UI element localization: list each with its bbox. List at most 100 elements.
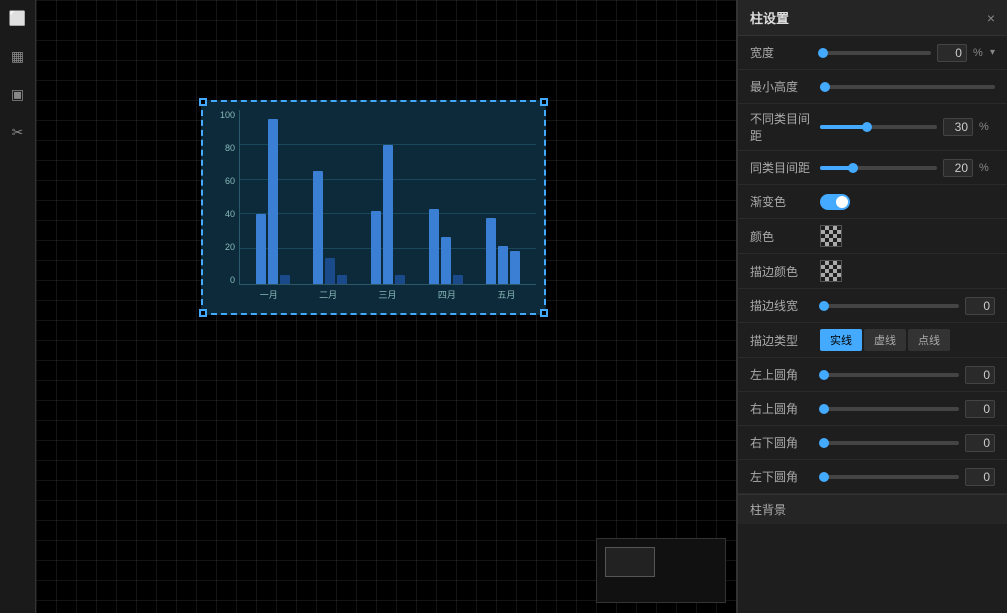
bar (395, 275, 405, 284)
x-label-feb: 二月 (298, 285, 357, 305)
bar-group-1 (244, 110, 302, 284)
slider-track-stroke-width[interactable] (820, 304, 959, 308)
minimap-thumb[interactable] (605, 547, 655, 577)
left-sidebar: ⬜ ▦ ▣ ✂ (0, 0, 36, 613)
panel-close-button[interactable]: × (987, 10, 995, 26)
prop-value-top-right-radius[interactable]: 0 (965, 400, 995, 418)
y-label-40: 40 (225, 209, 235, 219)
prop-row-bottom-left-radius: 左下圆角 0 (738, 460, 1007, 494)
canvas-area: 100 80 60 40 20 0 (36, 0, 736, 613)
x-axis: 一月 二月 三月 四月 五月 (239, 285, 536, 305)
prop-row-bottom-right-radius: 右下圆角 0 (738, 426, 1007, 460)
prop-label-bottom-right-radius: 右下圆角 (750, 434, 820, 451)
minimap (596, 538, 726, 603)
prop-value-bottom-left-radius[interactable]: 0 (965, 468, 995, 486)
prop-value-stroke-width[interactable]: 0 (965, 297, 995, 315)
prop-row-top-right-radius: 右上圆角 0 (738, 392, 1007, 426)
bar (280, 275, 290, 284)
prop-value-bottom-right-radius[interactable]: 0 (965, 434, 995, 452)
bar (313, 171, 323, 284)
bar (429, 209, 439, 284)
prop-value-same-gap[interactable]: 20 (943, 159, 973, 177)
prop-row-diff-gap: 不同类目间距 30 % (738, 104, 1007, 151)
stroke-color-swatch[interactable] (820, 260, 842, 282)
prop-label-min-height: 最小高度 (750, 78, 820, 95)
color-swatch[interactable] (820, 225, 842, 247)
chart-inner: 100 80 60 40 20 0 (211, 110, 536, 305)
slider-track-diff-gap[interactable] (820, 125, 937, 129)
slider-track-top-right-radius[interactable] (820, 407, 959, 411)
x-label-apr: 四月 (417, 285, 476, 305)
chart-widget[interactable]: 100 80 60 40 20 0 (201, 100, 546, 315)
unit-dropdown-width[interactable]: % ▾ (973, 47, 995, 59)
bar-group-3 (359, 110, 417, 284)
prop-label-bottom-left-radius: 左下圆角 (750, 468, 820, 485)
bar (510, 251, 520, 284)
scissors-icon[interactable]: ✂ (8, 122, 28, 142)
prop-label-top-left-radius: 左上圆角 (750, 366, 820, 383)
y-label-100: 100 (220, 110, 235, 120)
handle-tr[interactable] (540, 98, 548, 106)
prop-control-top-left-radius: 0 (820, 366, 995, 384)
slider-track-width[interactable] (820, 51, 931, 55)
prop-unit-diff-gap: % (979, 121, 995, 133)
prop-row-top-left-radius: 左上圆角 0 (738, 358, 1007, 392)
prop-label-stroke-width: 描边线宽 (750, 297, 820, 314)
bar (441, 237, 451, 284)
prop-value-width[interactable]: 0 (937, 44, 967, 62)
monitor-icon[interactable]: ▣ (8, 84, 28, 104)
bar (453, 275, 463, 284)
prop-label-top-right-radius: 右上圆角 (750, 400, 820, 417)
slider-track-top-left-radius[interactable] (820, 373, 959, 377)
prop-row-gradient: 渐变色 (738, 185, 1007, 219)
prop-label-color: 颜色 (750, 228, 820, 245)
panel-section: 宽度 0 % ▾ 最小高度 (738, 36, 1007, 494)
prop-control-top-right-radius: 0 (820, 400, 995, 418)
prop-row-color: 颜色 (738, 219, 1007, 254)
bar (371, 211, 381, 284)
prop-control-bottom-left-radius: 0 (820, 468, 995, 486)
x-label-may: 五月 (477, 285, 536, 305)
x-label-jan: 一月 (239, 285, 298, 305)
prop-value-diff-gap[interactable]: 30 (943, 118, 973, 136)
bar-group-4 (417, 110, 475, 284)
calendar-icon[interactable]: ▦ (8, 46, 28, 66)
stroke-btn-dashed[interactable]: 虚线 (864, 329, 906, 351)
chart-icon[interactable]: ⬜ (8, 8, 28, 28)
stroke-btn-dotted[interactable]: 点线 (908, 329, 950, 351)
prop-control-min-height (820, 85, 995, 89)
prop-value-top-left-radius[interactable]: 0 (965, 366, 995, 384)
prop-row-stroke-width: 描边线宽 0 (738, 289, 1007, 323)
handle-br[interactable] (540, 309, 548, 317)
prop-unit-same-gap: % (979, 162, 995, 174)
prop-row-stroke-type: 描边类型 实线 虚线 点线 (738, 323, 1007, 358)
toggle-gradient[interactable] (820, 194, 850, 210)
bar-group-5 (474, 110, 532, 284)
prop-control-stroke-width: 0 (820, 297, 995, 315)
prop-label-gradient: 渐变色 (750, 193, 820, 210)
bar (268, 119, 278, 284)
slider-track-min-height[interactable] (820, 85, 995, 89)
handle-tl[interactable] (199, 98, 207, 106)
bar-group-2 (302, 110, 360, 284)
y-axis: 100 80 60 40 20 0 (211, 110, 239, 285)
prop-label-stroke-color: 描边颜色 (750, 263, 820, 280)
bar (383, 145, 393, 284)
right-panel: 柱设置 × 宽度 0 % ▾ 最小高度 (737, 0, 1007, 613)
panel-title: 柱设置 (750, 8, 789, 27)
prop-control-color (820, 225, 995, 247)
bar (486, 218, 496, 284)
prop-control-width: 0 % ▾ (820, 44, 995, 62)
prop-control-stroke-color (820, 260, 995, 282)
bar (498, 246, 508, 284)
plot-area (239, 110, 536, 285)
bar (256, 214, 266, 284)
slider-track-same-gap[interactable] (820, 166, 937, 170)
slider-track-bottom-right-radius[interactable] (820, 441, 959, 445)
handle-bl[interactable] (199, 309, 207, 317)
panel-header: 柱设置 × (738, 0, 1007, 36)
slider-track-bottom-left-radius[interactable] (820, 475, 959, 479)
x-label-mar: 三月 (358, 285, 417, 305)
stroke-btn-solid[interactable]: 实线 (820, 329, 862, 351)
prop-label-stroke-type: 描边类型 (750, 332, 820, 349)
